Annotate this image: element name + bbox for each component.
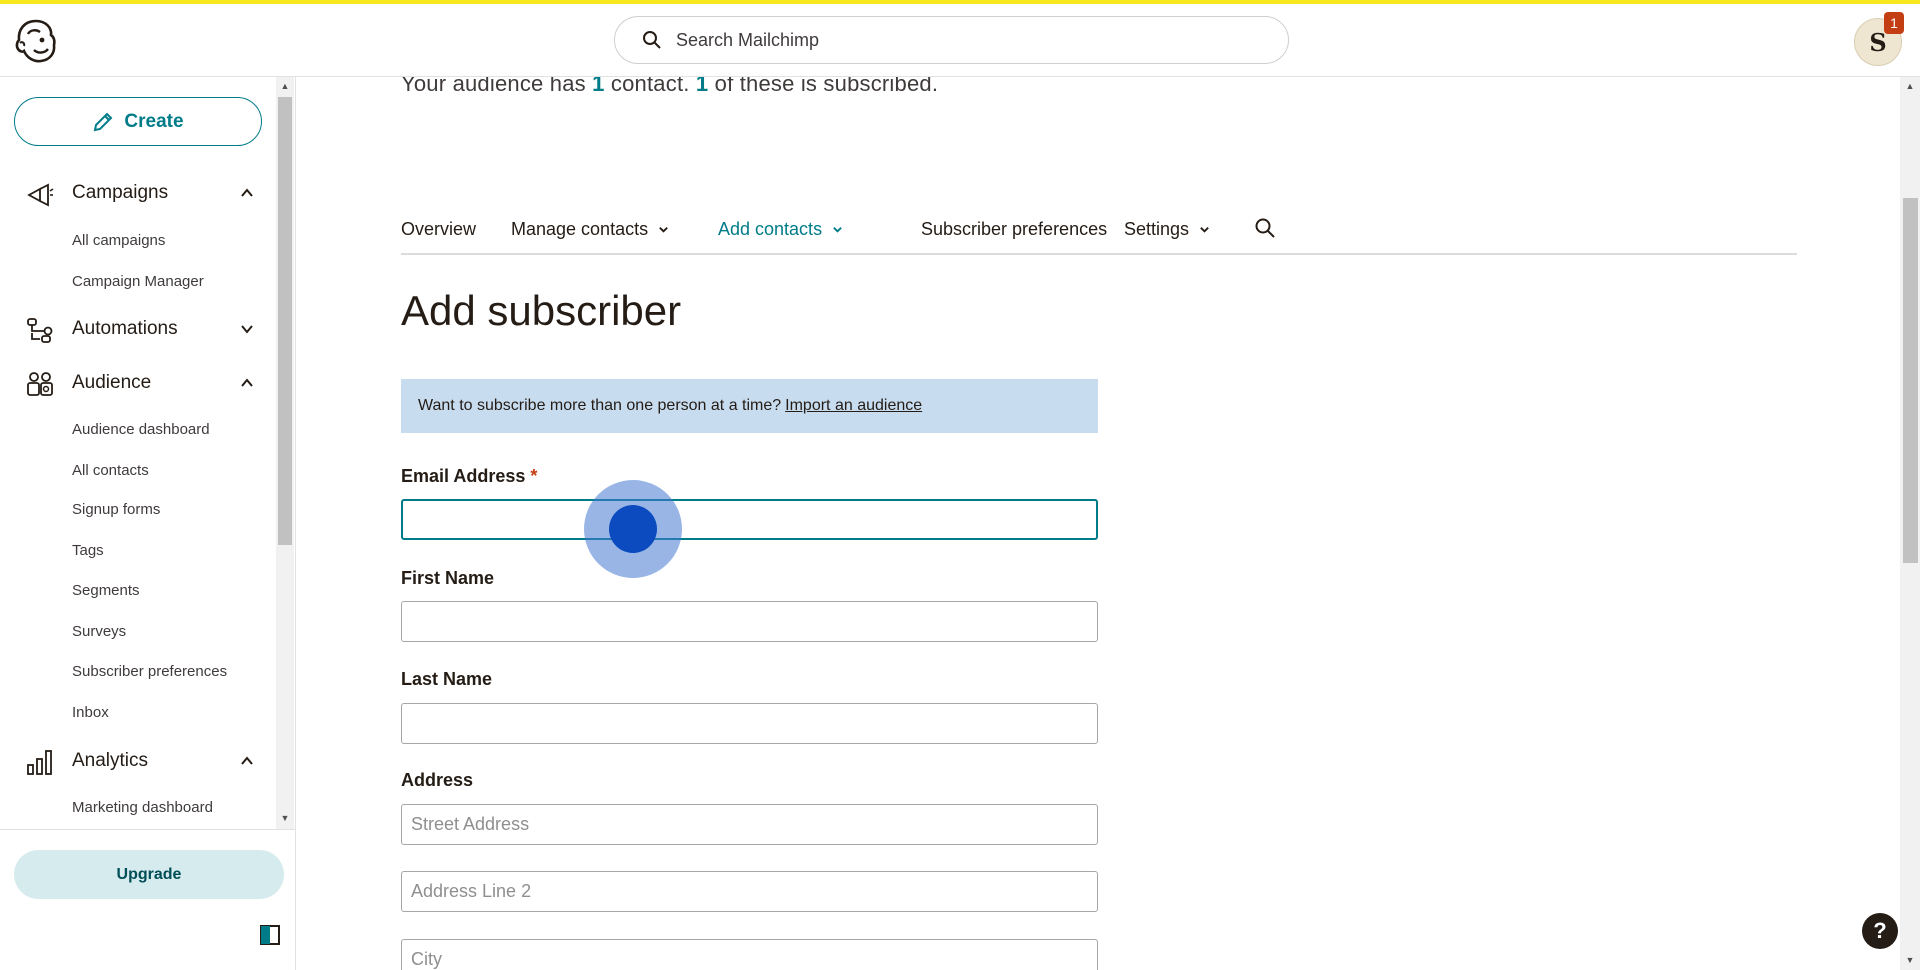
sidebar-item-campaign-manager[interactable]: Campaign Manager	[72, 273, 204, 290]
sidebar-section-label: Campaigns	[72, 182, 169, 203]
chevron-up-icon	[241, 378, 253, 387]
sidebar-scrollbar-thumb[interactable]	[278, 97, 292, 545]
sidebar-section-label: Audience	[72, 372, 152, 393]
tab-manage-contacts[interactable]: Manage contacts	[511, 213, 669, 245]
tab-label: Add contacts	[718, 218, 823, 239]
address-label: Address	[401, 770, 474, 790]
email-address-field[interactable]	[401, 499, 1098, 540]
tab-subscriber-preferences[interactable]: Subscriber preferences	[921, 213, 1107, 245]
import-audience-link[interactable]: Import an audience	[785, 397, 922, 415]
sidebar-section-automations[interactable]: Automations	[0, 309, 270, 349]
automation-icon	[27, 318, 53, 343]
last-name-label: Last Name	[401, 669, 493, 689]
sidebar-item-inbox[interactable]: Inbox	[72, 704, 109, 721]
chevron-up-icon	[241, 188, 253, 197]
audience-tabs: Overview Manage contacts Add contacts Su…	[401, 213, 1797, 255]
tab-label: Overview	[401, 218, 477, 239]
mailchimp-logo-icon[interactable]	[14, 18, 58, 64]
tab-label: Subscriber preferences	[921, 218, 1108, 239]
search-icon	[643, 31, 661, 49]
sidebar-section-audience[interactable]: Audience	[0, 363, 270, 403]
sidebar-item-all-campaigns[interactable]: All campaigns	[72, 232, 165, 249]
main-content: Your audience has 1 contact. 1 of these …	[297, 77, 1900, 970]
city-field[interactable]: City	[401, 939, 1098, 970]
contact-count: 1	[592, 77, 605, 96]
last-name-field[interactable]	[401, 703, 1098, 744]
sidebar-item-signup-forms[interactable]: Signup forms	[72, 501, 160, 518]
summary-text: contact.	[610, 77, 690, 96]
scroll-down-arrow-icon[interactable]: ▼	[1905, 955, 1915, 965]
first-name-field[interactable]	[401, 601, 1098, 642]
search-icon[interactable]	[1254, 217, 1276, 239]
street-address-field[interactable]: Street Address	[401, 804, 1098, 845]
sidebar-section-analytics[interactable]: Analytics	[0, 741, 270, 781]
megaphone-icon	[27, 183, 54, 207]
global-search-bar[interactable]: Search Mailchimp	[614, 16, 1289, 64]
chevron-down-icon	[659, 226, 668, 233]
subscribed-count: 1	[695, 77, 709, 96]
main-scrollbar-thumb[interactable]	[1903, 198, 1918, 563]
chevron-up-icon	[241, 756, 253, 765]
audience-summary: Your audience has 1 contact. 1 of these …	[401, 77, 938, 97]
sidebar-item-tags[interactable]: Tags	[72, 542, 104, 559]
sidebar-section-campaigns[interactable]: Campaigns	[0, 173, 270, 213]
chevron-down-icon	[241, 325, 253, 334]
import-notice: Want to subscribe more than one person a…	[401, 379, 1098, 433]
upgrade-button[interactable]: Upgrade	[14, 850, 284, 899]
pencil-icon	[94, 112, 113, 131]
sidebar-item-marketing-dashboard[interactable]: Marketing dashboard	[72, 799, 213, 816]
scroll-up-arrow-icon[interactable]: ▲	[280, 81, 290, 91]
sidebar: Create Campaigns All campaigns Campaign …	[0, 77, 296, 970]
sidebar-footer: Upgrade	[0, 829, 296, 970]
notification-badge: 1	[1884, 12, 1904, 34]
create-button-label: Create	[124, 110, 184, 132]
field-label-text: Email Address	[401, 466, 526, 486]
tab-label: Manage contacts	[511, 218, 649, 239]
create-button[interactable]: Create	[14, 97, 262, 146]
summary-text: Your audience has	[401, 77, 586, 96]
top-header: Search Mailchimp S 1	[0, 4, 1920, 77]
sidebar-item-subscriber-preferences[interactable]: Subscriber preferences	[72, 663, 227, 680]
sidebar-item-surveys[interactable]: Surveys	[72, 623, 126, 640]
scroll-up-arrow-icon[interactable]: ▲	[1905, 81, 1915, 91]
summary-text: of these is subscribed.	[714, 77, 939, 96]
bar-chart-icon	[27, 750, 52, 775]
notice-text: Want to subscribe more than one person a…	[418, 397, 782, 414]
sidebar-section-label: Analytics	[72, 750, 149, 771]
scroll-down-arrow-icon[interactable]: ▼	[280, 813, 290, 823]
chevron-down-icon	[1200, 226, 1209, 233]
address-line-2-field[interactable]: Address Line 2	[401, 871, 1098, 912]
tab-label: Settings	[1124, 218, 1190, 239]
required-asterisk: *	[530, 466, 538, 486]
tab-add-contacts[interactable]: Add contacts	[718, 213, 843, 245]
tab-settings[interactable]: Settings	[1124, 213, 1210, 245]
tab-overview[interactable]: Overview	[401, 213, 476, 245]
page-title: Add subscriber	[401, 287, 682, 334]
sidebar-item-all-contacts[interactable]: All contacts	[72, 462, 149, 479]
email-address-label: Email Address *	[401, 466, 537, 487]
sidebar-item-audience-dashboard[interactable]: Audience dashboard	[72, 421, 210, 438]
collapse-sidebar-icon[interactable]	[260, 925, 280, 945]
chevron-down-icon	[833, 226, 842, 233]
sidebar-item-segments[interactable]: Segments	[72, 582, 140, 599]
search-placeholder: Search Mailchimp	[676, 29, 820, 50]
sidebar-section-label: Automations	[72, 318, 178, 339]
first-name-label: First Name	[401, 568, 495, 588]
click-indicator-dot	[609, 505, 657, 553]
audience-icon	[27, 372, 53, 396]
help-button[interactable]: ?	[1862, 913, 1898, 949]
